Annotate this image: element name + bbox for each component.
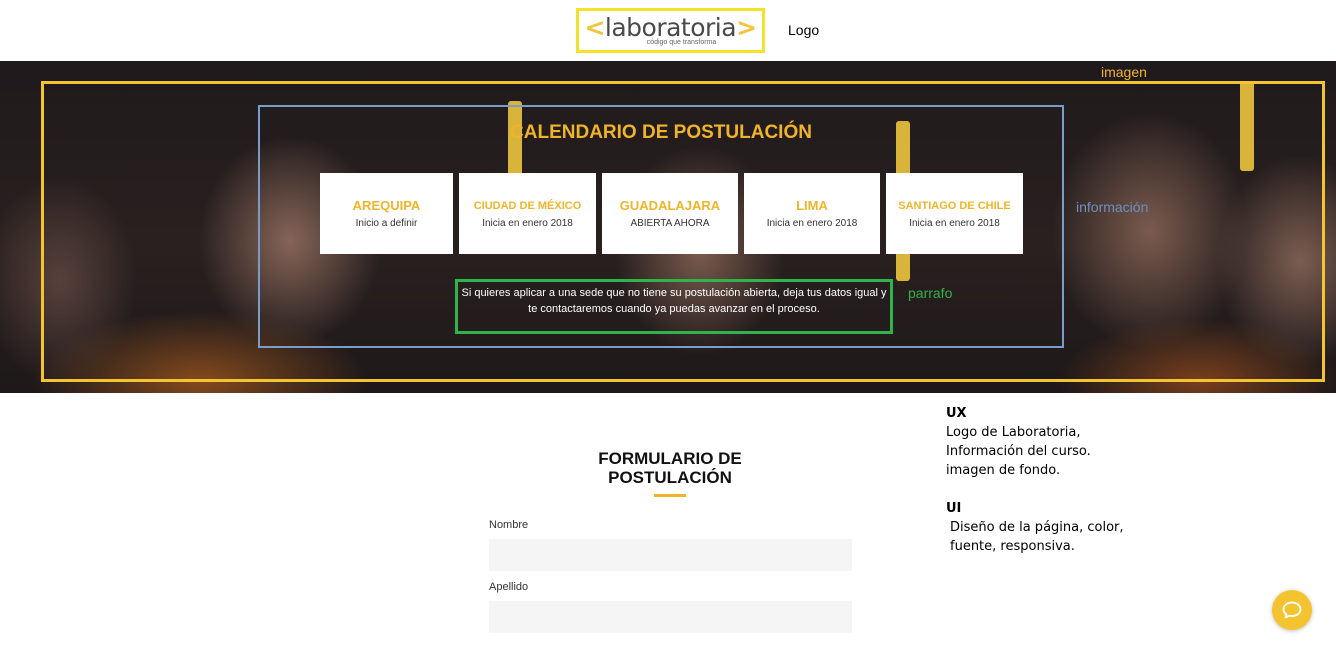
- ux-line: Información del curso.: [946, 444, 1091, 459]
- card-city: CIUDAD DE MÉXICO: [473, 200, 582, 212]
- laboratoria-logo[interactable]: <laboratoria> código que transforma: [576, 8, 765, 53]
- card-city: LIMA: [796, 198, 828, 213]
- card-status: Inicio a definir: [355, 218, 418, 229]
- chat-bubble-icon: [1282, 601, 1302, 619]
- calendar-title: CALENDARIO DE POSTULACIÓN: [510, 122, 812, 143]
- calendar-card-guadalajara[interactable]: GUADALAJARA ABIERTA AHORA: [602, 173, 738, 254]
- card-status: Inicia en enero 2018: [909, 218, 1000, 229]
- card-status: Inicia en enero 2018: [482, 218, 573, 229]
- title-underline: [654, 494, 686, 497]
- card-status: ABIERTA AHORA: [630, 218, 710, 229]
- ux-ui-notes: UX Logo de Laboratoria, Información del …: [946, 404, 1124, 556]
- ux-heading: UX: [946, 406, 967, 421]
- apellido-label: Apellido: [489, 581, 529, 593]
- card-city: SANTIAGO DE CHILE: [898, 200, 1011, 212]
- calendar-card-arequipa[interactable]: AREQUIPA Inicio a definir: [320, 173, 453, 254]
- form-title: FORMULARIO DE POSTULACIÓN: [560, 449, 780, 487]
- calendar-card-santiago-de-chile[interactable]: SANTIAGO DE CHILE Inicia en enero 2018: [886, 173, 1023, 254]
- logo-bracket-right: >: [736, 12, 757, 42]
- chat-button[interactable]: [1272, 590, 1312, 630]
- paragraph-annotation-label: parrafo: [908, 285, 953, 301]
- logo-tagline: código que transforma: [646, 38, 717, 46]
- logo-annotation: Logo: [788, 22, 820, 38]
- nombre-input[interactable]: [489, 539, 852, 571]
- form-title-line-2: POSTULACIÓN: [608, 468, 732, 487]
- calendar-card-lima[interactable]: LIMA Inicia en enero 2018: [744, 173, 880, 254]
- card-status: Inicia en enero 2018: [766, 218, 858, 229]
- info-annotation-label: información: [1076, 199, 1149, 215]
- nombre-label: Nombre: [489, 519, 529, 531]
- ux-line: imagen de fondo.: [946, 463, 1061, 478]
- card-city: GUADALAJARA: [619, 198, 721, 213]
- card-city: AREQUIPA: [352, 198, 421, 213]
- ux-line: Logo de Laboratoria,: [946, 425, 1081, 440]
- ui-line: Diseño de la página, color,: [950, 520, 1124, 535]
- calendar-cards: AREQUIPA Inicio a definir CIUDAD DE MÉXI…: [320, 173, 1023, 254]
- calendar-card-ciudad-de-mexico[interactable]: CIUDAD DE MÉXICO Inicia en enero 2018: [459, 173, 596, 254]
- ui-line: fuente, responsiva.: [950, 539, 1075, 554]
- apellido-input[interactable]: [489, 601, 852, 633]
- form-title-line-1: FORMULARIO DE: [598, 449, 742, 468]
- image-annotation-label: imagen: [1101, 64, 1147, 80]
- logo-bracket-left: <: [584, 12, 605, 42]
- ui-heading: UI: [946, 501, 962, 516]
- hero-paragraph: Si quieres aplicar a una sede que no tie…: [461, 287, 887, 315]
- logo-text: laboratoria: [604, 12, 737, 42]
